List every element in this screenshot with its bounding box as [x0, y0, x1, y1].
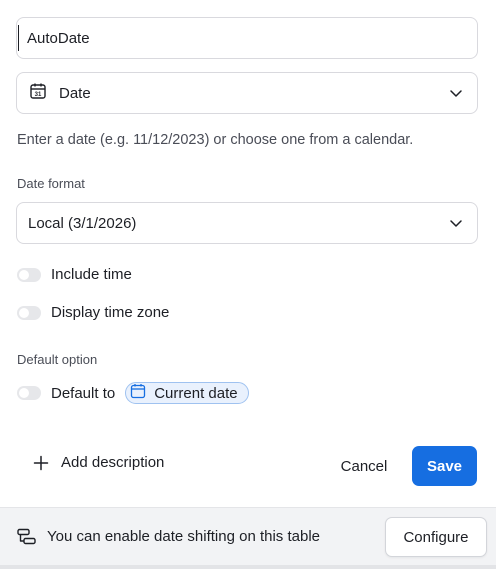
display-time-zone-label: Display time zone: [51, 304, 170, 321]
chevron-down-icon: [450, 90, 462, 97]
default-to-label: Default to: [51, 384, 116, 402]
panel-bottom-edge: [0, 565, 496, 569]
default-option-label: Default option: [17, 352, 98, 367]
date-shifting-message: You can enable date shifting on this tab…: [47, 528, 320, 545]
svg-text:31: 31: [35, 92, 42, 98]
calendar-31-icon: 31: [29, 82, 47, 105]
add-description-button[interactable]: Add description: [33, 454, 164, 471]
plus-icon: [33, 455, 49, 470]
date-format-select[interactable]: Local (3/1/2026): [16, 202, 478, 244]
field-type-help-text: Enter a date (e.g. 11/12/2023) or choose…: [17, 132, 414, 148]
text-caret: [18, 25, 19, 51]
save-button[interactable]: Save: [412, 446, 477, 486]
include-time-toggle[interactable]: [17, 267, 41, 282]
include-time-label: Include time: [51, 266, 132, 283]
field-config-panel: 31 Date Enter a date (e.g. 11/12/2023) o…: [0, 0, 496, 569]
add-description-label: Add description: [61, 454, 165, 471]
chevron-down-icon: [450, 220, 462, 227]
current-date-chip[interactable]: Current date: [125, 382, 249, 404]
date-format-label: Date format: [17, 176, 85, 191]
field-type-select[interactable]: 31 Date: [16, 72, 478, 114]
date-shifting-footer: You can enable date shifting on this tab…: [0, 507, 496, 565]
cancel-button[interactable]: Cancel: [330, 446, 398, 486]
date-format-value: Local (3/1/2026): [28, 214, 137, 232]
field-type-label: Date: [59, 84, 91, 102]
default-to-toggle[interactable]: [17, 386, 41, 400]
display-time-zone-toggle[interactable]: [17, 305, 41, 320]
include-time-row: Include time: [17, 266, 132, 283]
configure-button[interactable]: Configure: [385, 517, 487, 557]
field-name-input-wrapper[interactable]: [16, 17, 478, 59]
current-date-chip-label: Current date: [154, 384, 238, 402]
field-name-input[interactable]: [27, 29, 427, 47]
display-time-zone-row: Display time zone: [17, 304, 169, 321]
default-to-row: Default to Current date: [17, 382, 249, 404]
date-shift-icon: [17, 528, 37, 551]
calendar-icon: [130, 383, 146, 404]
